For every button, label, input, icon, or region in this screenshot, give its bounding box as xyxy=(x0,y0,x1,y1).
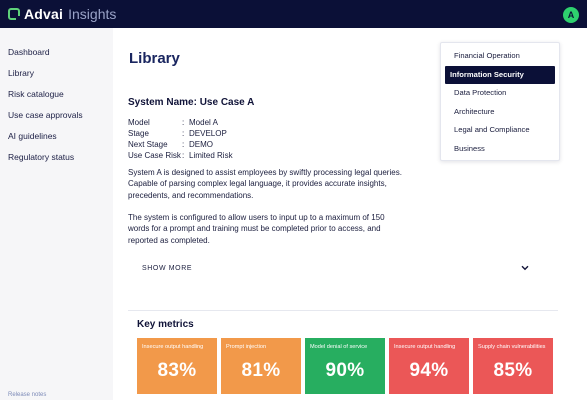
detail-value: DEVELOP xyxy=(189,129,227,138)
metric-value: 81% xyxy=(241,360,281,381)
key-metrics-heading: Key metrics xyxy=(137,319,194,330)
detail-key: Use Case Risk xyxy=(128,151,181,160)
metric-label: Model denial of service xyxy=(310,344,368,350)
menu-item-legal-and-compliance[interactable]: Legal and Compliance xyxy=(445,121,555,140)
sidebar: Dashboard Library Risk catalogue Use cas… xyxy=(0,28,113,400)
section-divider xyxy=(128,310,558,311)
detail-row-use-case-risk: Use Case Risk : Limited Risk xyxy=(128,150,233,161)
menu-item-financial-operation[interactable]: Financial Operation xyxy=(445,47,555,66)
detail-separator: : xyxy=(182,118,185,127)
metric-card[interactable]: Prompt injection 81% xyxy=(221,338,301,394)
metric-card[interactable]: Model denial of service 90% xyxy=(305,338,385,394)
menu-item-business[interactable]: Business xyxy=(445,140,555,159)
detail-separator: : xyxy=(182,151,185,160)
category-dropdown-menu: Financial Operation Information Security… xyxy=(440,42,560,161)
sidebar-item-risk-catalogue[interactable]: Risk catalogue xyxy=(0,84,113,105)
chevron-down-icon xyxy=(520,263,530,273)
show-more-label: SHOW MORE xyxy=(142,264,193,272)
system-description: System A is designed to assist employees… xyxy=(128,168,402,200)
detail-separator: : xyxy=(182,129,185,138)
metric-cards: Insecure output handling 83% Prompt inje… xyxy=(137,338,553,394)
menu-item-architecture[interactable]: Architecture xyxy=(445,103,555,122)
detail-key: Next Stage xyxy=(128,140,168,149)
detail-value: DEMO xyxy=(189,140,213,149)
detail-value: Model A xyxy=(189,118,218,127)
metric-value: 83% xyxy=(157,360,197,381)
metric-label: Supply chain vulnerabilities xyxy=(478,344,546,350)
page-title: Library xyxy=(129,50,180,67)
sidebar-nav: Dashboard Library Risk catalogue Use cas… xyxy=(0,42,113,168)
metric-label: Prompt injection xyxy=(226,344,267,350)
metric-value: 85% xyxy=(493,360,533,381)
top-bar: Advai Insights A xyxy=(0,0,587,28)
metric-card[interactable]: Insecure output handling 94% xyxy=(389,338,469,394)
metric-value: 90% xyxy=(325,360,365,381)
metric-card[interactable]: Insecure output handling 83% xyxy=(137,338,217,394)
detail-value: Limited Risk xyxy=(189,151,233,160)
menu-item-information-security[interactable]: Information Security xyxy=(445,65,555,84)
detail-key: Stage xyxy=(128,129,149,138)
brand-name: Advai xyxy=(24,6,64,22)
detail-key: Model xyxy=(128,118,150,127)
system-configuration-note: The system is configured to allow users … xyxy=(128,213,385,245)
show-more-toggle[interactable]: SHOW MORE xyxy=(128,256,534,280)
detail-separator: : xyxy=(182,140,185,149)
metric-label: Insecure output handling xyxy=(394,344,456,350)
detail-row-next-stage: Next Stage : DEMO xyxy=(128,139,233,150)
logo-icon xyxy=(8,8,21,21)
metric-label: Insecure output handling xyxy=(142,344,204,350)
menu-item-data-protection[interactable]: Data Protection xyxy=(445,84,555,103)
product-name: Insights xyxy=(68,6,117,22)
user-avatar[interactable]: A xyxy=(563,7,579,23)
sidebar-item-regulatory-status[interactable]: Regulatory status xyxy=(0,147,113,168)
metric-value: 94% xyxy=(409,360,449,381)
detail-row-model: Model : Model A xyxy=(128,117,233,128)
sidebar-item-ai-guidelines[interactable]: AI guidelines xyxy=(0,126,113,147)
metric-card[interactable]: Supply chain vulnerabilities 85% xyxy=(473,338,553,394)
sidebar-item-dashboard[interactable]: Dashboard xyxy=(0,42,113,63)
sidebar-item-use-case-approvals[interactable]: Use case approvals xyxy=(0,105,113,126)
system-name-heading: System Name: Use Case A xyxy=(128,97,255,108)
detail-row-stage: Stage : DEVELOP xyxy=(128,128,233,139)
release-notes-link[interactable]: Release notes xyxy=(8,392,46,398)
system-details: Model : Model A Stage : DEVELOP Next Sta… xyxy=(128,117,233,161)
sidebar-item-library[interactable]: Library xyxy=(0,63,113,84)
